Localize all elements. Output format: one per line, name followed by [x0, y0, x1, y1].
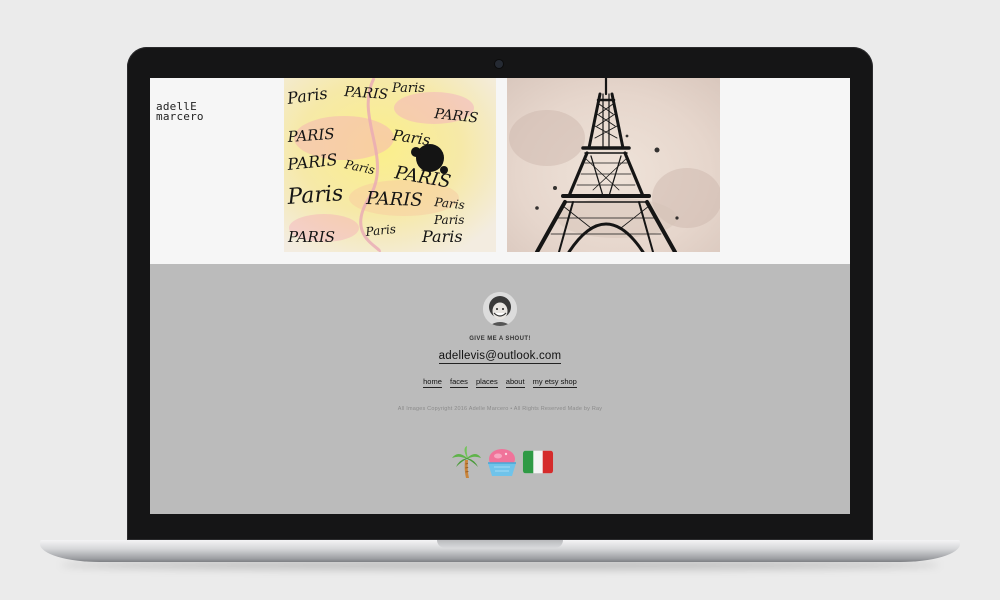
nav-faces[interactable]: faces — [449, 377, 468, 388]
paris-word: Paris — [433, 213, 464, 227]
eiffel-tower-image — [507, 78, 720, 252]
paris-word: Paris — [421, 227, 463, 246]
emoji-row — [450, 446, 560, 478]
avatar — [483, 292, 517, 326]
italy-flag-icon — [522, 450, 554, 474]
footer-nav: home faces places about my etsy shop — [150, 377, 850, 388]
contact-heading: GIVE ME A SHOUT! — [469, 336, 531, 342]
logo-line-2: marcero — [156, 110, 204, 123]
nav-etsy-shop[interactable]: my etsy shop — [532, 377, 577, 388]
webcam — [495, 60, 503, 68]
nav-places[interactable]: places — [476, 377, 498, 388]
email-link[interactable]: adellevis@outlook.com — [438, 350, 562, 364]
site-logo[interactable]: adellE marcero — [156, 101, 226, 123]
copyright-text: All Images Copyright 2016 Adelle Marcero… — [397, 406, 603, 412]
paris-lettering-image: Paris PARIS ParisPARISPARIS ParisPARISPARIS… — [284, 78, 496, 252]
email-container: adellevis@outlook.com — [150, 350, 850, 364]
site-header — [150, 78, 850, 264]
paris-lettering-artwork[interactable]: Paris PARIS Paris PARIS PARIS Paris PARIS PARIS… — [284, 78, 496, 252]
paris-word: PARIS — [343, 84, 389, 103]
paris-word: PARIS — [286, 125, 335, 146]
nav-home[interactable]: home — [423, 377, 442, 388]
paris-word: PARIS — [287, 228, 335, 246]
shaved-ice-icon — [488, 449, 516, 476]
avatar-portrait-icon — [483, 292, 517, 326]
palm-tree-icon — [452, 446, 481, 478]
browser-screen: adellE marcero Paris PARIS Paris PARIS PARIS… — [150, 78, 850, 514]
paris-word: Paris — [391, 81, 425, 96]
eiffel-tower-artwork[interactable] — [507, 78, 720, 252]
nav-about[interactable]: about — [505, 377, 525, 388]
paris-word: Paris — [286, 181, 344, 210]
laptop-notch — [437, 540, 563, 548]
paris-word: PARIS — [365, 188, 423, 211]
